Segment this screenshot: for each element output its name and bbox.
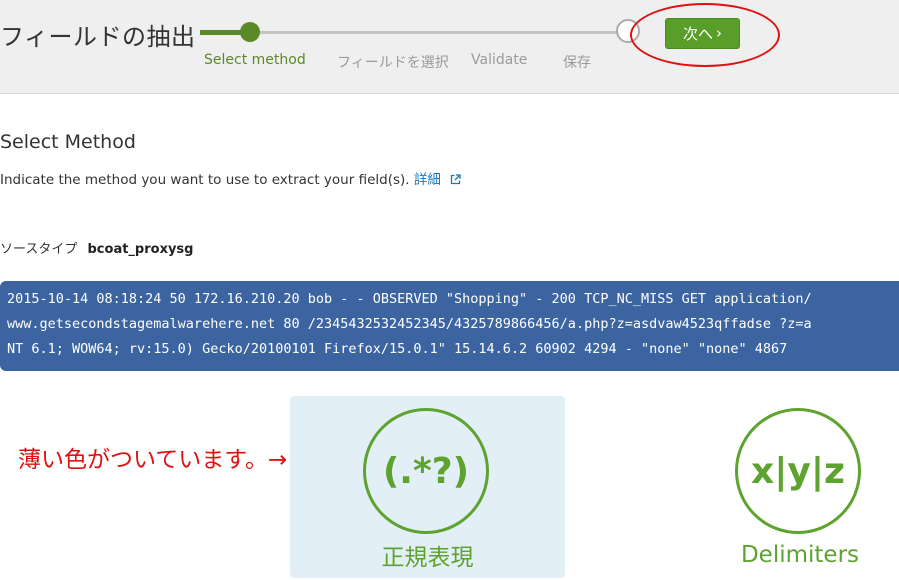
annotation-highlight-ellipse [630,3,780,67]
delimiters-icon: x|y|z [735,408,861,534]
external-link-icon [450,173,461,189]
step-select-fields: フィールドを選択 [337,55,449,71]
sample-event-line: 2015-10-14 08:18:24 50 172.16.210.20 bob… [7,291,812,307]
step-select-method: Select method [204,52,306,68]
regex-icon: (.*?) [363,408,489,534]
method-option-delimiters[interactable]: x|y|z Delimiters [715,396,885,578]
method-option-regex[interactable]: (.*?) 正規表現 [290,396,565,578]
method-label-regex: 正規表現 [381,545,474,571]
details-link-label: 詳細 [413,172,441,188]
description-text: Indicate the method you want to use to e… [0,172,410,188]
section-description: Indicate the method you want to use to e… [0,168,461,189]
sample-event: 2015-10-14 08:18:24 50 172.16.210.20 bob… [0,281,899,371]
step-validate: Validate [471,52,528,68]
sourcetype-label: ソースタイプ [0,242,78,257]
section-title: Select Method [0,131,136,153]
regex-icon-text: (.*?) [382,450,470,492]
method-label-delimiters: Delimiters [740,542,860,568]
page-title: フィールドの抽出 [0,23,196,51]
stepper-track [200,31,628,34]
sourcetype-value: bcoat_proxysg [87,242,194,257]
step-save: 保存 [563,55,591,71]
annotation-note: 薄い色がついています。→ [18,447,288,473]
details-link[interactable]: 詳細 [414,172,461,188]
step-indicator-active [240,22,260,42]
sample-event-line: NT 6.1; WOW64; rv:15.0) Gecko/20100101 F… [7,341,788,357]
delimiters-icon-text: x|y|z [751,450,845,492]
sample-event-line: www.getsecondstagemalwarehere.net 80 /23… [7,316,812,332]
sourcetype-row: ソースタイプ bcoat_proxysg [0,238,193,257]
